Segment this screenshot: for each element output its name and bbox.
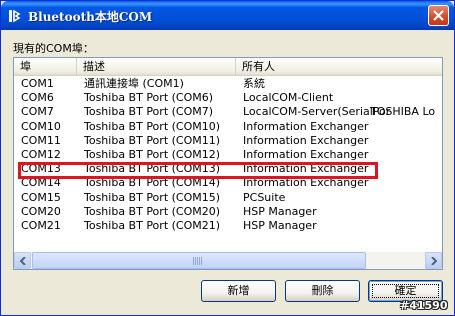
scroll-left-button[interactable]: [14, 252, 31, 269]
existing-com-ports-label: 現有的COM埠：: [13, 42, 94, 55]
port-cell: COM12: [21, 147, 61, 161]
owner-cell: Information Exchanger: [243, 133, 369, 147]
column-header-description[interactable]: 描述: [77, 58, 236, 76]
table-row[interactable]: COM12 Toshiba BT Port (COM12) Informatio…: [14, 148, 442, 162]
table-row[interactable]: COM15 Toshiba BT Port (COM15) PCSuite: [14, 191, 442, 205]
column-header-port[interactable]: 埠: [14, 58, 77, 76]
table-row-selected[interactable]: COM7 Toshiba BT Port (COM7) LocalCOM-Ser…: [14, 105, 442, 119]
description-cell: Toshiba BT Port (COM7): [84, 105, 214, 119]
owner-cell: Information Exchanger: [243, 119, 369, 133]
title-bar[interactable]: Bluetooth本地COM: [1, 1, 454, 30]
add-button[interactable]: 新增: [201, 280, 276, 302]
description-cell: 通訊連接埠 (COM1): [84, 77, 184, 90]
owner-cell: HSP Manager: [243, 204, 317, 218]
owner-cell: HSP Manager: [243, 218, 317, 232]
table-row[interactable]: COM20 Toshiba BT Port (COM20) HSP Manage…: [14, 205, 442, 219]
description-cell: Toshiba BT Port (COM12): [84, 147, 221, 161]
list-rows: COM1 通訊連接埠 (COM1) 系統 COM6 Toshiba BT Por…: [14, 77, 442, 233]
port-cell: COM15: [21, 190, 61, 204]
owner-cell: PCSuite: [243, 190, 286, 204]
description-cell: Toshiba BT Port (COM6): [84, 91, 214, 105]
table-row[interactable]: COM6 Toshiba BT Port (COM6) LocalCOM-Cli…: [14, 91, 442, 105]
delete-button[interactable]: 刪除: [285, 280, 360, 302]
list-header: 埠 描述 所有人: [14, 58, 442, 76]
table-row[interactable]: COM10 Toshiba BT Port (COM10) Informatio…: [14, 120, 442, 134]
table-row[interactable]: COM13 Toshiba BT Port (COM13) Informatio…: [14, 162, 442, 176]
port-cell: COM6: [21, 91, 54, 105]
close-button[interactable]: [428, 5, 449, 26]
scroll-right-button[interactable]: [425, 252, 442, 269]
description-cell: Toshiba BT Port (COM14): [84, 176, 221, 190]
owner-cell: Information Exchanger: [243, 147, 369, 161]
owner-cell: Information Exchanger: [243, 176, 369, 190]
watermark: #41590: [400, 299, 448, 312]
scroll-grip: [193, 257, 203, 265]
port-cell: COM1: [21, 77, 54, 90]
close-icon: [433, 10, 444, 21]
owner-cell: LocalCOM-Server(SerialPor: [243, 105, 391, 119]
description-cell: Toshiba BT Port (COM13): [84, 162, 221, 176]
extra-cell: TOSHIBA Lo: [370, 105, 436, 119]
horizontal-scrollbar[interactable]: [14, 252, 442, 269]
focus-rectangle: [372, 284, 439, 298]
port-cell: COM14: [21, 176, 61, 190]
scroll-thumb[interactable]: [32, 252, 366, 269]
bluetooth-local-com-dialog: Bluetooth本地COM 現有的COM埠： 埠 描述 所有人 COM1 通訊…: [0, 0, 455, 316]
table-row[interactable]: COM11 Toshiba BT Port (COM11) Informatio…: [14, 134, 442, 148]
window-title: Bluetooth本地COM: [28, 10, 153, 24]
port-cell: COM7: [21, 105, 54, 119]
com-port-list[interactable]: 埠 描述 所有人 COM1 通訊連接埠 (COM1) 系統 COM6 Toshi…: [13, 57, 443, 270]
owner-cell: 系統: [243, 77, 265, 90]
port-cell: COM21: [21, 218, 61, 232]
table-row[interactable]: COM21 Toshiba BT Port (COM21) HSP Manage…: [14, 219, 442, 233]
description-cell: Toshiba BT Port (COM20): [84, 204, 221, 218]
port-cell: COM20: [21, 204, 61, 218]
description-cell: Toshiba BT Port (COM21): [84, 218, 221, 232]
arrow-right-icon: [431, 257, 437, 265]
port-cell: COM13: [21, 162, 61, 176]
owner-cell: LocalCOM-Client: [243, 91, 334, 105]
description-cell: Toshiba BT Port (COM15): [84, 190, 221, 204]
port-cell: COM10: [21, 119, 61, 133]
arrow-left-icon: [20, 257, 26, 265]
column-header-owner[interactable]: 所有人: [236, 58, 442, 76]
bluetooth-com-icon: [8, 8, 24, 24]
description-cell: Toshiba BT Port (COM11): [84, 133, 221, 147]
port-cell: COM11: [21, 133, 61, 147]
owner-cell: Information Exchanger: [243, 162, 369, 176]
description-cell: Toshiba BT Port (COM10): [84, 119, 221, 133]
table-row[interactable]: COM14 Toshiba BT Port (COM14) Informatio…: [14, 176, 442, 190]
table-row[interactable]: COM1 通訊連接埠 (COM1) 系統: [14, 77, 442, 91]
